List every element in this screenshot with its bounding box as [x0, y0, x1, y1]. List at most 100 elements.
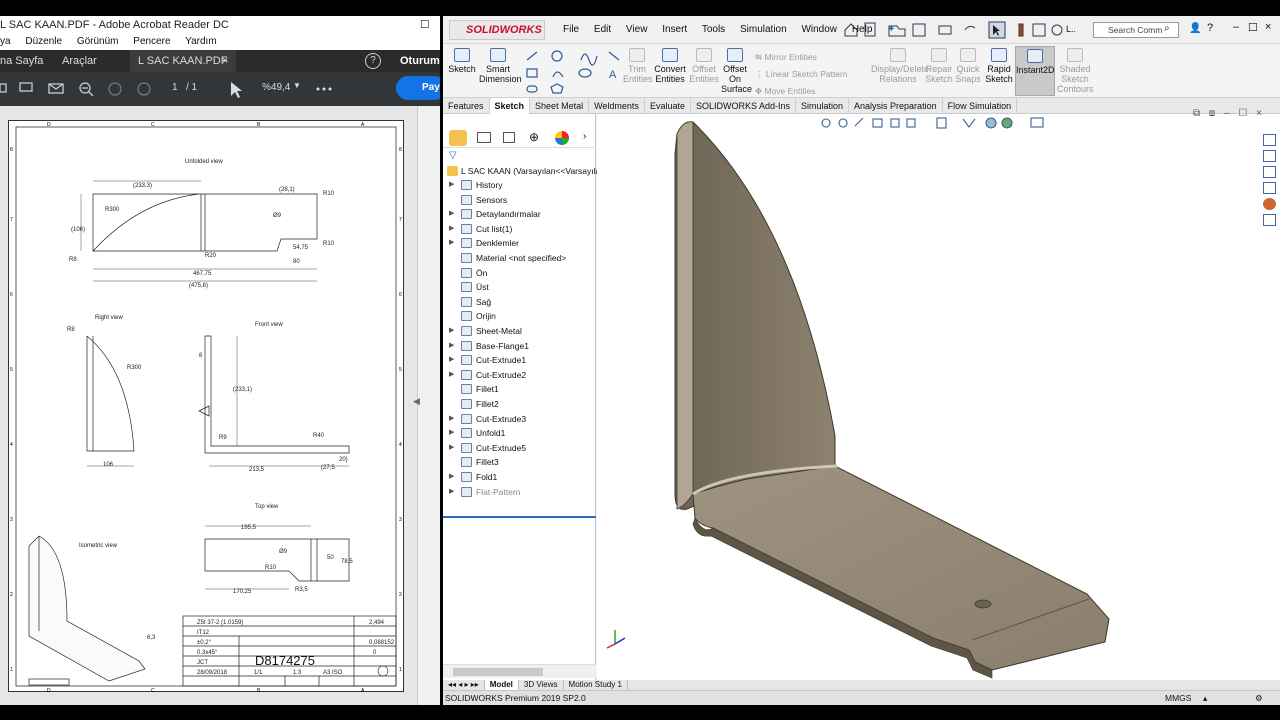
view-tile-icon[interactable]: ⧉ — [1193, 108, 1200, 119]
tab-model[interactable]: Model — [484, 680, 519, 690]
print-icon[interactable] — [938, 25, 952, 35]
tree-expand-icon[interactable]: ▶ — [449, 441, 454, 455]
part-hole[interactable] — [974, 599, 992, 609]
tree-item[interactable]: Ön — [443, 266, 596, 280]
tree-item[interactable]: ▶ Base-Flange1 — [443, 339, 596, 353]
home-icon[interactable] — [844, 23, 858, 37]
menu-view[interactable]: View — [626, 24, 648, 35]
tab-simulation[interactable]: Simulation — [796, 98, 850, 114]
menu-insert[interactable]: Insert — [662, 24, 687, 35]
tree-item[interactable]: Fillet3 — [443, 455, 596, 469]
part-vertical-flange[interactable] — [674, 121, 836, 510]
display-manager-icon[interactable] — [555, 131, 569, 145]
tab-3d-views[interactable]: 3D Views — [519, 680, 564, 690]
tab-home[interactable]: na Sayfa — [0, 50, 43, 72]
display-style-icon[interactable] — [936, 117, 947, 129]
tree-item[interactable]: ▶ Cut-Extrude5 — [443, 441, 596, 455]
tree-expand-icon[interactable]: ▶ — [449, 470, 454, 484]
tree-item[interactable]: Sensors — [443, 193, 596, 207]
display-delete-relations-button[interactable]: Display/Delete Relations — [871, 48, 929, 84]
tab-evaluate[interactable]: Evaluate — [645, 98, 691, 114]
signin-button[interactable]: Oturum — [400, 50, 440, 72]
dynamic-annotation-icon[interactable] — [890, 118, 900, 128]
tab-document[interactable]: L SAC KAAN.PDF × — [130, 50, 236, 72]
line-icon[interactable] — [526, 51, 538, 61]
tree-item[interactable]: Material <not specified> — [443, 251, 596, 265]
menu-view[interactable]: Görünüm — [77, 36, 119, 47]
menu-edit[interactable]: Edit — [594, 24, 611, 35]
tab-sheet-metal[interactable]: Sheet Metal — [530, 98, 590, 114]
units-chevron-icon[interactable]: ▴ — [1203, 691, 1207, 705]
rectangle-icon[interactable] — [526, 68, 538, 78]
undo-icon[interactable] — [964, 25, 976, 31]
nav-arrows-icon[interactable]: ◂◂ ◂ ▸ ▸▸ — [443, 680, 485, 690]
tree-item[interactable]: ▶ Denklemler — [443, 236, 596, 250]
page-number-input[interactable]: 1 — [172, 82, 178, 93]
menu-help[interactable]: Yardım — [185, 36, 217, 47]
chevron-right-icon[interactable]: › — [583, 131, 586, 142]
centerline-icon[interactable] — [608, 51, 620, 61]
hide-show-icon[interactable] — [962, 118, 976, 128]
prev-page-icon[interactable] — [108, 82, 122, 96]
menu-window[interactable]: Window — [801, 24, 837, 35]
dimxpert-icon[interactable]: ⊕ — [529, 130, 539, 144]
tree-item[interactable]: ▶ Flat-Pattern — [443, 485, 596, 499]
part-base-flange[interactable] — [692, 465, 1110, 671]
tree-item[interactable]: Orijin — [443, 309, 596, 323]
previous-view-icon[interactable] — [854, 117, 864, 127]
tree-item[interactable]: Sağ — [443, 295, 596, 309]
scrollbar-thumb[interactable] — [453, 668, 543, 676]
tree-item[interactable]: ▶ Cut-Extrude3 — [443, 412, 596, 426]
solidworks-logo[interactable]: SOLIDWORKS — [449, 20, 545, 40]
close-icon[interactable]: × — [1265, 21, 1271, 33]
tree-item[interactable]: ▶ Detaylandırmalar — [443, 207, 596, 221]
cursor-tool-icon[interactable] — [231, 82, 242, 98]
tree-item[interactable]: ▶ Cut-Extrude1 — [443, 353, 596, 367]
polygon-icon[interactable] — [550, 83, 564, 94]
open-folder-icon[interactable] — [888, 25, 906, 37]
menu-tools[interactable]: Tools — [702, 24, 725, 35]
tree-item[interactable]: ▶ Fold1 — [443, 470, 596, 484]
convert-entities-button[interactable]: Convert Entities — [653, 48, 687, 84]
traffic-light-icon[interactable] — [1018, 23, 1024, 37]
smart-dimension-button[interactable]: Smart Dimension — [479, 48, 522, 84]
menu-file[interactable]: File — [563, 24, 579, 35]
next-page-icon[interactable] — [137, 82, 151, 96]
slot-icon[interactable] — [526, 85, 538, 93]
tree-item[interactable]: ▶ Cut-Extrude2 — [443, 368, 596, 382]
overflow-menu[interactable]: L.. — [1066, 24, 1076, 34]
tree-item[interactable]: ▶ Cut list(1) — [443, 222, 596, 236]
tab-analysis-preparation[interactable]: Analysis Preparation — [849, 98, 943, 114]
rapid-sketch-button[interactable]: Rapid Sketch — [985, 48, 1013, 84]
apply-scene-icon[interactable] — [1001, 117, 1013, 129]
tree-expand-icon[interactable]: ▶ — [449, 368, 454, 382]
maximize-icon[interactable]: ☐ — [1248, 21, 1258, 34]
circle-icon[interactable] — [551, 50, 563, 62]
tree-item[interactable]: Fillet2 — [443, 397, 596, 411]
ellipse-icon[interactable] — [578, 68, 592, 78]
arc-icon[interactable] — [552, 71, 564, 78]
spline-icon[interactable] — [580, 53, 598, 66]
search-input[interactable]: Search Comm — [1108, 25, 1162, 35]
tree-expand-icon[interactable]: ▶ — [449, 339, 454, 353]
horizontal-scrollbar[interactable] — [443, 664, 596, 678]
shaded-sketch-contours-button[interactable]: Shaded Sketch Contours — [1057, 48, 1094, 94]
search-box[interactable]: Search Comm ⌕ — [1093, 22, 1179, 38]
3d-part-view[interactable] — [597, 114, 1280, 680]
tab-sketch[interactable]: Sketch — [489, 98, 531, 114]
task-pane-resources-icon[interactable] — [1263, 150, 1276, 162]
tab-features[interactable]: Features — [443, 98, 490, 114]
tree-root[interactable]: L SAC KAAN (Varsayılan<<Varsayılan — [443, 164, 605, 178]
linear-pattern-button[interactable]: ⋮ Linear Sketch Pattern — [755, 66, 848, 83]
tab-motion-study[interactable]: Motion Study 1 — [564, 680, 628, 690]
print-icon[interactable] — [19, 82, 33, 92]
offset-entities-button[interactable]: Offset Entities — [689, 48, 719, 84]
view-orientation-icon[interactable] — [906, 118, 916, 128]
instant2d-button[interactable]: Instant2D — [1015, 46, 1055, 96]
vertical-scrollbar[interactable]: ◀ — [413, 106, 440, 705]
new-file-icon[interactable] — [864, 22, 876, 37]
graphics-area[interactable]: ⧉ ⧈ – ☐ × — [597, 108, 1280, 680]
share-button[interactable]: Payl — [396, 76, 440, 100]
task-pane-library-icon[interactable] — [1263, 166, 1276, 178]
repair-sketch-button[interactable]: Repair Sketch — [925, 48, 953, 84]
